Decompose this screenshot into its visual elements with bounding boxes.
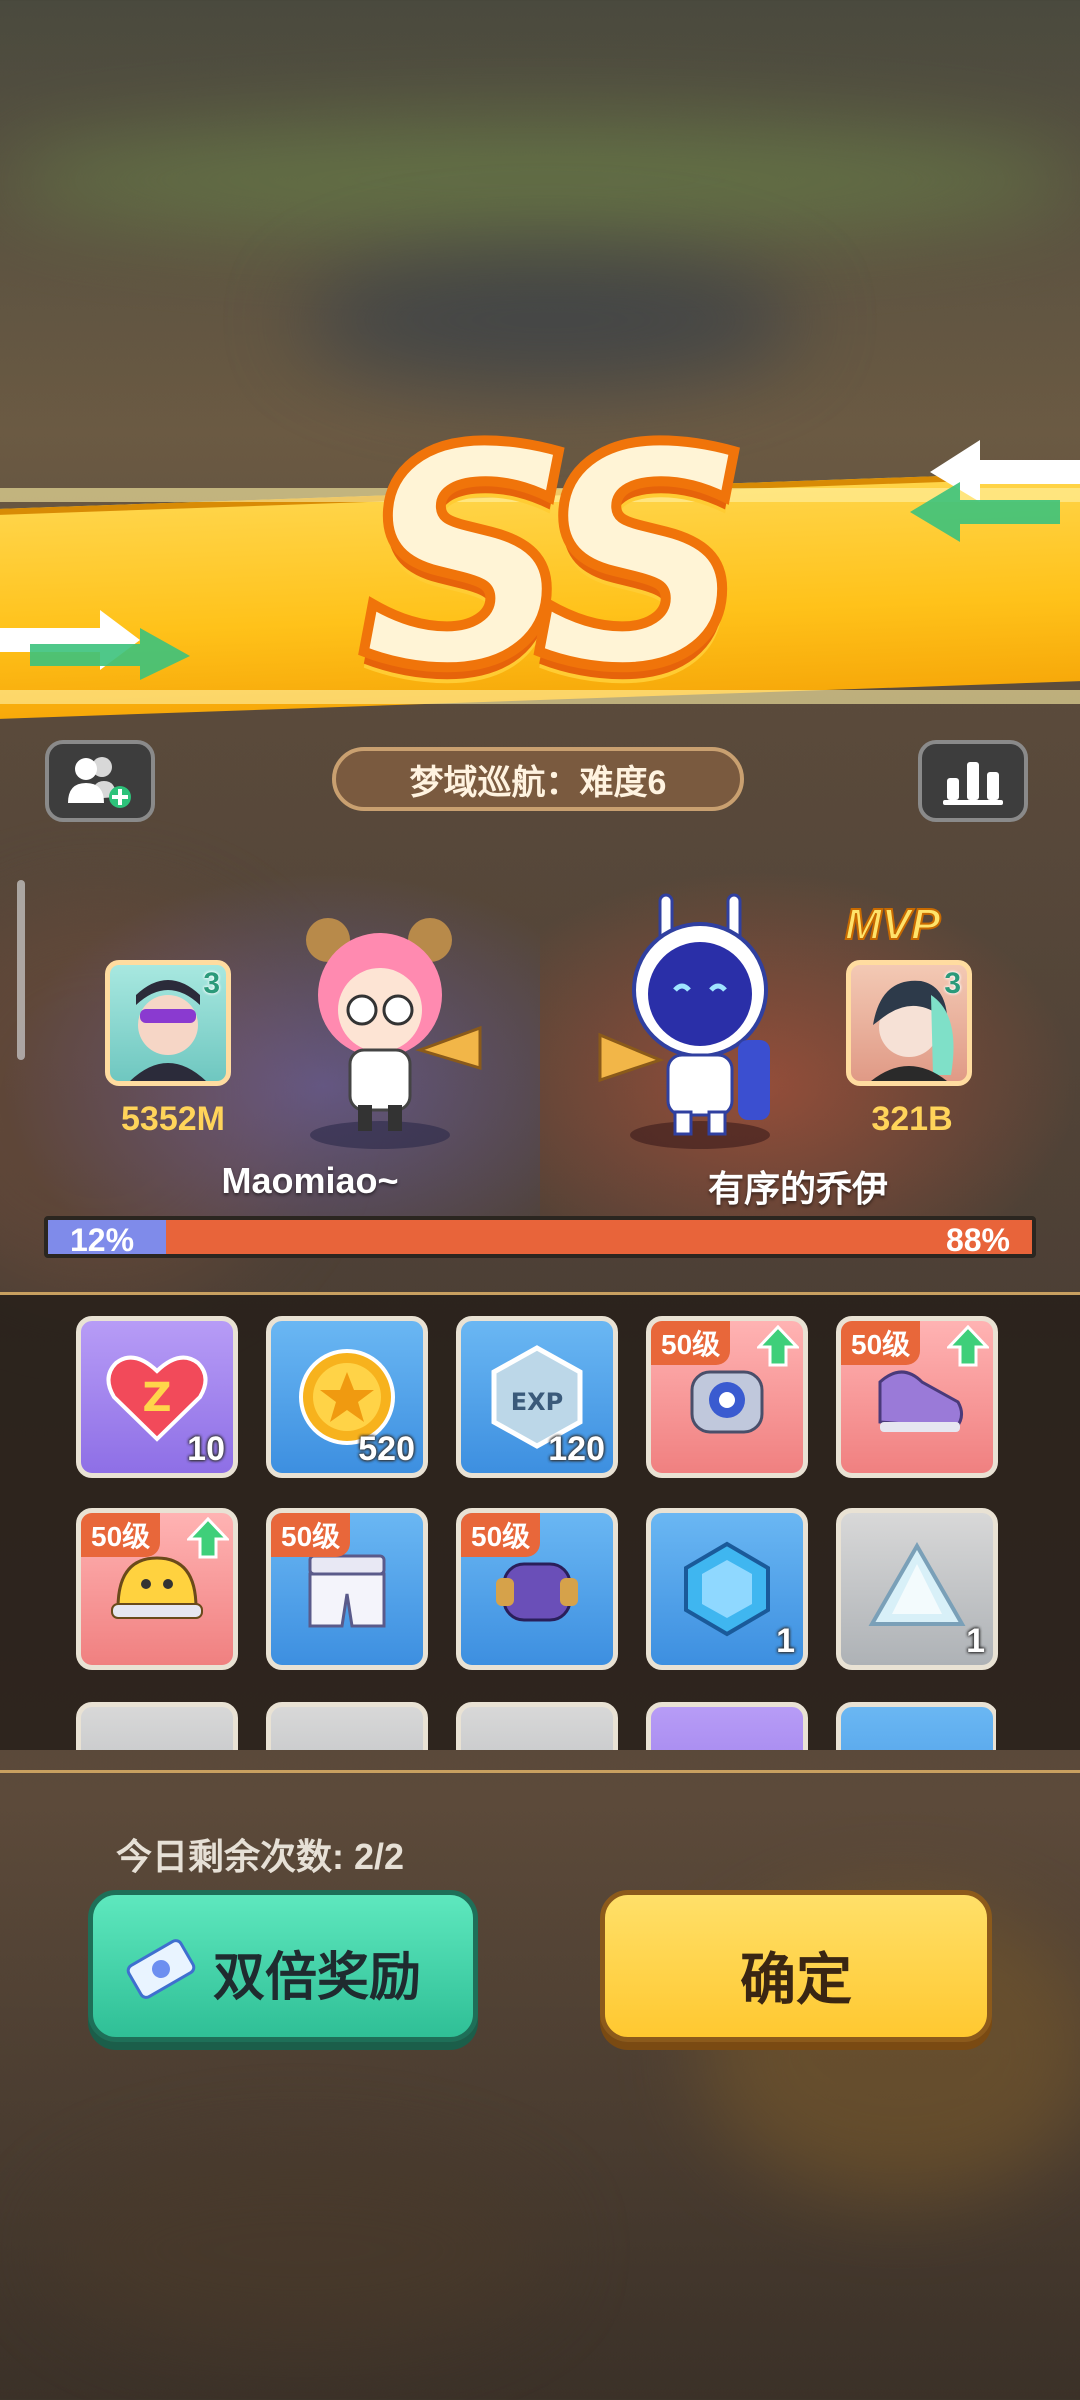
confirm-button[interactable]: 确定 (600, 1890, 992, 2042)
bar-chart-icon (943, 762, 1003, 805)
reward-tile[interactable]: EXP 120 (456, 1316, 618, 1478)
player-score: 5352M (121, 1100, 225, 1138)
reward-tile[interactable]: 50级 (456, 1508, 618, 1670)
reward-tile[interactable] (646, 1702, 808, 1750)
player-score: 321B (871, 1100, 953, 1138)
character-astronaut-icon (598, 893, 770, 1149)
mvp-badge: MVP (844, 899, 941, 950)
left-percent: 12% (70, 1222, 135, 1258)
upgrade-arrow-icon (185, 1516, 231, 1559)
reward-tile[interactable]: 520 (266, 1316, 428, 1478)
reward-tile[interactable]: 1 (646, 1508, 808, 1670)
upgrade-arrow-icon (755, 1324, 801, 1367)
item-level-tag: 50级 (461, 1513, 541, 1557)
reward-row-partial (76, 1702, 996, 1750)
double-reward-label: 双倍奖励 (213, 1949, 422, 2007)
reward-count: 1 (966, 1622, 985, 1660)
reward-count: 10 (187, 1430, 225, 1468)
double-reward-button[interactable]: 双倍奖励 (88, 1890, 478, 2042)
reward-tile[interactable] (266, 1702, 428, 1750)
item-level-tag: 50级 (271, 1513, 351, 1557)
reward-tile[interactable]: 1 (836, 1508, 998, 1670)
reward-tile[interactable] (456, 1702, 618, 1750)
reward-count: 1 (776, 1622, 795, 1660)
panel-bottom-border (0, 1770, 1080, 1773)
arrow-right-icon (910, 440, 1080, 542)
add-friend-icon (68, 757, 131, 808)
character-pink-hair-icon (306, 918, 482, 1149)
right-percent: 88% (945, 1222, 1010, 1258)
statistics-button[interactable] (918, 740, 1028, 822)
reward-count: 520 (358, 1430, 415, 1468)
reward-tile[interactable]: 50级 (76, 1508, 238, 1670)
player-name: 有序的乔伊 (707, 1168, 888, 1209)
ticket-icon (126, 1939, 196, 1999)
confirm-label: 确定 (740, 1948, 852, 2011)
reward-tile[interactable]: 50级 (266, 1508, 428, 1670)
player-avatar[interactable]: 3 (846, 960, 972, 1086)
player-avatar[interactable]: 3 (105, 960, 231, 1086)
reward-count: 120 (548, 1430, 605, 1468)
remaining-attempts: 今日剩余次数: 2/2 (116, 1836, 405, 1877)
reward-tile[interactable] (76, 1702, 238, 1750)
svg-text:Z: Z (142, 1375, 171, 1421)
arrow-left-icon (0, 610, 190, 680)
item-level-tag: 50级 (841, 1321, 921, 1365)
damage-share-bar: 12% 88% (44, 1216, 1036, 1258)
player-name: Maomiao~ (221, 1160, 399, 1201)
item-level-tag: 50级 (81, 1513, 161, 1557)
mode-difficulty-label: 梦域巡航：难度6 (332, 747, 744, 811)
add-friend-button[interactable] (45, 740, 155, 822)
reward-tile[interactable]: 50级 (836, 1316, 998, 1478)
upgrade-arrow-icon (945, 1324, 991, 1367)
player-level: 3 (203, 967, 220, 1000)
item-level-tag: 50级 (651, 1321, 731, 1365)
player-level: 3 (944, 967, 961, 1000)
reward-tile[interactable]: Z 10 (76, 1316, 238, 1478)
svg-text:EXP: EXP (511, 1388, 564, 1416)
reward-tile[interactable]: 50级 (646, 1316, 808, 1478)
panel-top-border (0, 1292, 1080, 1295)
rank-letters: SS (354, 385, 755, 734)
reward-tile[interactable] (836, 1702, 996, 1750)
